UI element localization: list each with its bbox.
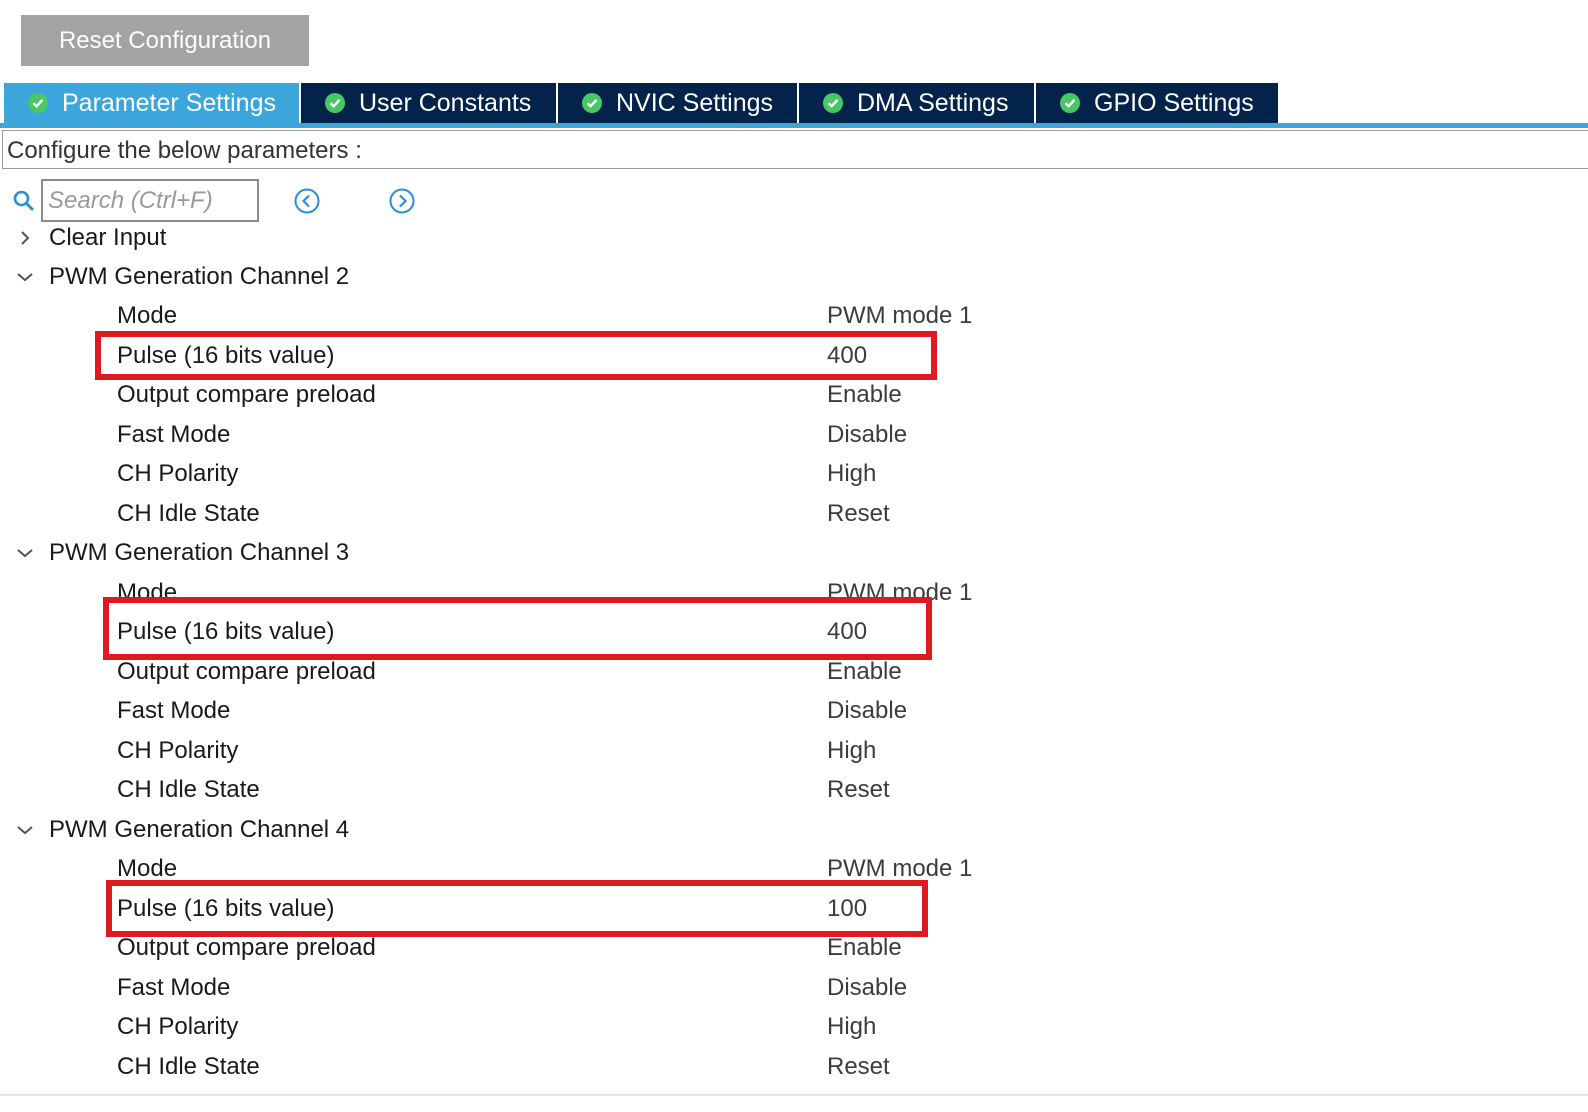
- tab-parameter-settings[interactable]: Parameter Settings: [4, 83, 301, 123]
- param-name: Pulse (16 bits value): [117, 895, 335, 922]
- param-row-mode[interactable]: Mode PWM mode 1: [0, 299, 1200, 333]
- param-row-pulse[interactable]: Pulse (16 bits value) 400: [0, 339, 1200, 373]
- param-row-ch-idle-state[interactable]: CH Idle State Reset: [0, 773, 1200, 807]
- param-value: PWM mode 1: [827, 855, 973, 882]
- param-value: 400: [827, 618, 868, 645]
- param-row-ch-polarity[interactable]: CH Polarity High: [0, 1010, 1200, 1044]
- param-value: High: [827, 1013, 877, 1040]
- param-name: CH Idle State: [117, 500, 260, 527]
- chevron-down-icon: [14, 542, 36, 564]
- param-value: Disable: [827, 974, 908, 1001]
- param-value: Disable: [827, 421, 908, 448]
- param-row-pulse[interactable]: Pulse (16 bits value) 400: [0, 615, 1200, 649]
- param-value: Reset: [827, 1053, 890, 1080]
- bottom-divider: [0, 1094, 1588, 1096]
- param-name: CH Polarity: [117, 460, 239, 487]
- param-row-ch-idle-state[interactable]: CH Idle State Reset: [0, 497, 1200, 531]
- param-row-fast-mode[interactable]: Fast Mode Disable: [0, 418, 1200, 452]
- search-icon: [12, 189, 36, 213]
- param-row-fast-mode[interactable]: Fast Mode Disable: [0, 971, 1200, 1005]
- next-result-button[interactable]: [388, 187, 416, 215]
- tab-label: DMA Settings: [857, 88, 1009, 117]
- param-row-mode[interactable]: Mode PWM mode 1: [0, 576, 1200, 610]
- param-value: 400: [827, 342, 868, 369]
- param-value: High: [827, 460, 877, 487]
- param-name: Fast Mode: [117, 974, 231, 1001]
- check-circle-icon: [582, 93, 602, 113]
- param-name: Pulse (16 bits value): [117, 618, 335, 645]
- tab-label: User Constants: [359, 88, 532, 117]
- check-circle-icon: [823, 93, 843, 113]
- tab-label: Parameter Settings: [62, 88, 276, 117]
- param-value: Reset: [827, 500, 890, 527]
- tree-node-label: PWM Generation Channel 2: [49, 263, 350, 290]
- param-row-output-compare-preload[interactable]: Output compare preload Enable: [0, 655, 1200, 689]
- param-row-ch-idle-state[interactable]: CH Idle State Reset: [0, 1050, 1200, 1084]
- param-value: PWM mode 1: [827, 579, 973, 606]
- search-input[interactable]: [41, 179, 259, 222]
- param-name: Mode: [117, 579, 178, 606]
- param-value: 100: [827, 895, 868, 922]
- previous-result-button[interactable]: [293, 187, 321, 215]
- param-row-fast-mode[interactable]: Fast Mode Disable: [0, 694, 1200, 728]
- tab-user-constants[interactable]: User Constants: [301, 83, 558, 123]
- param-row-ch-polarity[interactable]: CH Polarity High: [0, 457, 1200, 491]
- param-name: CH Polarity: [117, 737, 239, 764]
- param-row-output-compare-preload[interactable]: Output compare preload Enable: [0, 378, 1200, 412]
- tree-node-label: PWM Generation Channel 3: [49, 539, 350, 566]
- param-name: Fast Mode: [117, 421, 231, 448]
- param-value: Enable: [827, 658, 902, 685]
- check-circle-icon: [325, 93, 345, 113]
- param-value: PWM mode 1: [827, 302, 973, 329]
- tab-underline: [0, 123, 1588, 128]
- reset-configuration-button[interactable]: Reset Configuration: [21, 15, 309, 66]
- param-value: Enable: [827, 934, 902, 961]
- tab-dma-settings[interactable]: DMA Settings: [799, 83, 1036, 123]
- param-row-mode[interactable]: Mode PWM mode 1: [0, 852, 1200, 886]
- param-name: Mode: [117, 855, 178, 882]
- chevron-down-icon: [14, 819, 36, 841]
- param-name: Pulse (16 bits value): [117, 342, 335, 369]
- param-row-pulse[interactable]: Pulse (16 bits value) 100: [0, 892, 1200, 926]
- param-value: Disable: [827, 697, 908, 724]
- tab-bar: Parameter Settings User Constants NVIC S…: [4, 83, 1278, 123]
- tab-label: NVIC Settings: [616, 88, 774, 117]
- param-row-ch-polarity[interactable]: CH Polarity High: [0, 734, 1200, 768]
- tab-nvic-settings[interactable]: NVIC Settings: [558, 83, 799, 123]
- chevron-right-icon: [14, 227, 36, 249]
- param-value: Enable: [827, 381, 902, 408]
- configure-description: Configure the below parameters :: [2, 130, 1588, 169]
- param-name: Output compare preload: [117, 934, 376, 961]
- param-name: CH Idle State: [117, 1053, 260, 1080]
- param-name: Fast Mode: [117, 697, 231, 724]
- chevron-left-circle-icon: [294, 188, 320, 214]
- tab-gpio-settings[interactable]: GPIO Settings: [1036, 83, 1278, 123]
- param-row-output-compare-preload[interactable]: Output compare preload Enable: [0, 931, 1200, 965]
- tree-node-label: PWM Generation Channel 4: [49, 816, 350, 843]
- check-circle-icon: [1060, 93, 1080, 113]
- tab-label: GPIO Settings: [1094, 88, 1254, 117]
- chevron-right-circle-icon: [389, 188, 415, 214]
- param-value: High: [827, 737, 877, 764]
- chevron-down-icon: [14, 266, 36, 288]
- tree-node-label: Clear Input: [49, 224, 167, 251]
- param-name: Output compare preload: [117, 658, 376, 685]
- check-circle-icon: [28, 93, 48, 113]
- param-name: Mode: [117, 302, 178, 329]
- param-name: Output compare preload: [117, 381, 376, 408]
- param-name: CH Polarity: [117, 1013, 239, 1040]
- param-name: CH Idle State: [117, 776, 260, 803]
- param-value: Reset: [827, 776, 890, 803]
